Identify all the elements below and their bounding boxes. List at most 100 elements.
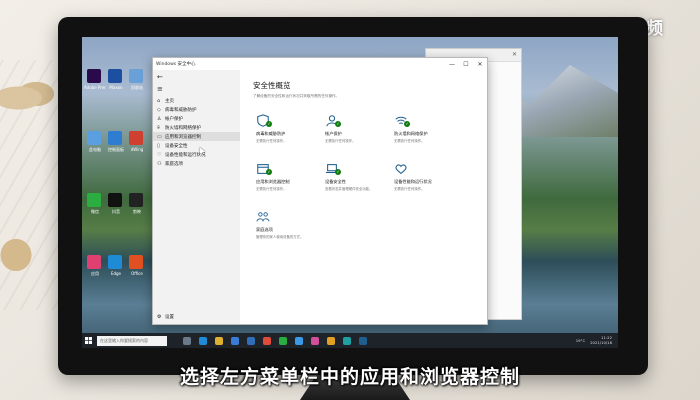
tile-laptop[interactable]: ✓ 设备安全性 查看状态并管理硬件安全功能。: [322, 159, 388, 199]
device-security-icon: ▯: [157, 142, 160, 149]
sidebar-nav: ⌂ 主页 ◇ 病毒和威胁防护 ♙ 帐户保护 ⌾ 防火墙和网络保护 ▭ 应用和浏览器控制 ▯ 设备安全性…: [153, 96, 240, 168]
desktop-icon-label: 剪映: [133, 209, 141, 214]
minimize-button[interactable]: —: [445, 58, 459, 70]
desktop-icon-label: Office: [131, 271, 143, 276]
desktop-icon-label: 控制面板: [108, 147, 124, 152]
desktop-app-icon[interactable]: [108, 69, 122, 83]
tile-description: 无需执行任何操作。: [394, 187, 425, 191]
browser-icon: ✓: [256, 161, 272, 175]
desktop-icon-label: 应用: [91, 271, 99, 276]
taskbar-search-input[interactable]: 在这里输入你要搜索的内容: [97, 335, 167, 346]
task-view-icon[interactable]: [183, 336, 191, 345]
app-icon[interactable]: [343, 336, 351, 345]
window-titlebar: Windows 安全中心 — ☐ ✕: [153, 58, 487, 70]
desktop-app-icon[interactable]: [129, 69, 143, 83]
desktop-app-icon[interactable]: [129, 255, 143, 269]
desktop-app-icon[interactable]: [87, 193, 101, 207]
tile-title: 家庭选项: [256, 227, 273, 232]
sidebar-item-label: 帐户保护: [165, 116, 183, 122]
virus-protection-icon: ◇: [157, 106, 161, 113]
decorative-branch: [0, 78, 60, 118]
system-tray: 19°C 11:22 2021/10/18: [576, 335, 618, 345]
sidebar-item-label: 病毒和威胁防护: [165, 107, 197, 113]
tile-description: 无需执行任何操作。: [256, 139, 287, 143]
maximize-button[interactable]: ☐: [459, 58, 473, 70]
desktop-icon-label: 抖音: [112, 209, 120, 214]
home-icon: ⌂: [157, 97, 161, 104]
hamburger-menu-icon[interactable]: ≡: [153, 84, 240, 96]
sidebar-item-device-performance[interactable]: ♡ 设备性能和运行状况: [153, 150, 240, 159]
tile-description: 无需执行任何操作。: [256, 187, 287, 191]
desktop-icon-area: Adobe PremiereMaxon 回收站此电脑 控制面板 dWing 微信 抖音 剪映…: [84, 39, 146, 324]
desktop-app-icon[interactable]: [87, 255, 101, 269]
taskbar-apps: [179, 336, 371, 345]
tile-wifi[interactable]: ✓ 防火墙和网络保护 无需执行任何操作。: [391, 111, 457, 151]
close-button[interactable]: ✕: [473, 58, 487, 70]
desktop-icon-label: 此电脑: [89, 147, 101, 152]
sidebar-item-label: 家庭选项: [165, 161, 183, 167]
tile-family[interactable]: 家庭选项管理你的家人使用设备的方式。: [253, 207, 319, 247]
chrome-icon[interactable]: [263, 336, 271, 345]
desktop-app-icon[interactable]: [108, 193, 122, 207]
video-caption: 选择左方菜单栏中的应用和浏览器控制: [179, 366, 520, 388]
close-icon[interactable]: ✕: [512, 51, 517, 58]
desktop-icon-label: Adobe Premiere: [84, 85, 106, 90]
back-arrow-icon[interactable]: ←: [153, 70, 240, 84]
tile-description: 无需执行任何操作。: [325, 139, 356, 143]
tile-shield[interactable]: ✓ 病毒和威胁防护 无需执行任何操作。: [253, 111, 319, 151]
sidebar-item-account-protection[interactable]: ♙ 帐户保护: [153, 114, 240, 123]
desktop-app-icon[interactable]: [108, 131, 122, 145]
app-icon[interactable]: [327, 336, 335, 345]
security-tiles: ✓ 病毒和威胁防护 无需执行任何操作。 ✓ 帐户保护 无需执行任何操作。 ✓ 防火墙和网络保护…: [253, 111, 478, 247]
app-icon[interactable]: [311, 336, 319, 345]
taskbar-clock[interactable]: 11:22 2021/10/18: [590, 335, 612, 345]
tile-heart[interactable]: 设备性能和运行状况 无需执行任何操作。: [391, 159, 457, 199]
check-badge-icon: ✓: [266, 121, 272, 127]
tile-description: 无需执行任何操作。: [394, 139, 425, 143]
shield-icon: ✓: [256, 113, 272, 127]
windows-logo-icon: [85, 337, 92, 344]
sidebar-item-firewall[interactable]: ⌾ 防火墙和网络保护: [153, 123, 240, 132]
sidebar-item-label: 防火墙和网络保护: [165, 125, 201, 131]
sidebar-item-app-browser-control[interactable]: ▭ 应用和浏览器控制: [153, 132, 240, 141]
tile-description: 管理你的家人使用设备的方式。: [256, 235, 304, 239]
window-title: Windows 安全中心: [156, 62, 196, 67]
desktop-app-icon[interactable]: [129, 193, 143, 207]
desktop: Adobe PremiereMaxon 回收站此电脑 控制面板 dWing 微信 抖音 剪映…: [82, 37, 618, 348]
sidebar-item-home[interactable]: ⌂ 主页: [153, 96, 240, 105]
desktop-icon-label: Edge: [110, 271, 122, 276]
check-badge-icon: ✓: [335, 169, 341, 175]
desktop-app-icon[interactable]: [129, 131, 143, 145]
check-badge-icon: ✓: [335, 121, 341, 127]
decorative-branch: [0, 230, 40, 280]
wechat-icon[interactable]: [279, 336, 287, 345]
sidebar-item-label: 设备安全性: [165, 143, 188, 149]
store-icon[interactable]: [231, 336, 239, 345]
tile-title: 防火墙和网络保护: [394, 131, 428, 136]
tile-person[interactable]: ✓ 帐户保护无需执行任何操作。: [322, 111, 388, 151]
page-subtitle: 了解设备的安全性和运行状况并采取所需的任何操作。: [253, 94, 340, 98]
laptop-icon: ✓: [325, 161, 341, 175]
sidebar-item-settings[interactable]: ⚙ 设置: [157, 314, 174, 320]
mail-icon[interactable]: [247, 336, 255, 345]
desktop-app-icon[interactable]: [87, 131, 101, 145]
desktop-app-icon[interactable]: [108, 255, 122, 269]
family-options-icon: ⚇: [157, 160, 162, 167]
sidebar-item-label: 主页: [165, 98, 174, 104]
file-explorer-icon[interactable]: [215, 336, 223, 345]
desktop-icon-label: dWing: [130, 147, 144, 152]
edge-icon[interactable]: [199, 336, 207, 345]
desktop-app-icon[interactable]: [87, 69, 101, 83]
sidebar-item-family-options[interactable]: ⚇ 家庭选项: [153, 159, 240, 168]
start-button[interactable]: [82, 333, 95, 348]
security-shield-icon[interactable]: [359, 336, 367, 345]
device-performance-icon: ♡: [157, 151, 162, 158]
tile-title: 帐户保护: [325, 131, 342, 136]
qq-icon[interactable]: [295, 336, 303, 345]
firewall-icon: ⌾: [157, 124, 161, 131]
weather-temperature[interactable]: 19°C: [576, 338, 585, 343]
tile-browser[interactable]: ✓ 应用和浏览器控制 无需执行任何操作。: [253, 159, 319, 199]
sidebar-item-virus-protection[interactable]: ◇ 病毒和威胁防护: [153, 105, 240, 114]
desktop-icon-label: 回收站: [131, 85, 143, 90]
windows-security-window: Windows 安全中心 — ☐ ✕ ← ≡ ⌂ 主页 ◇ 病毒和威胁防护 ♙ 帐户保护 ⌾…: [152, 57, 488, 325]
